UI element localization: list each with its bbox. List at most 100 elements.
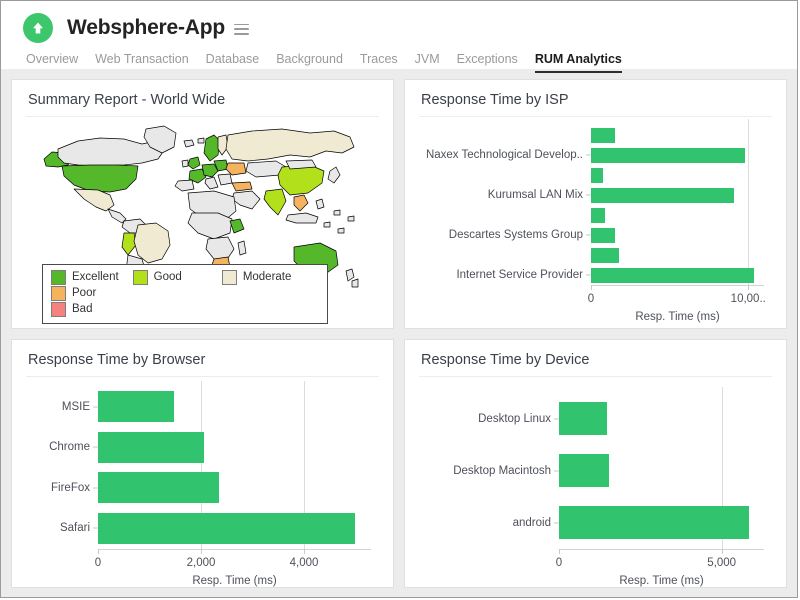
- y-axis-label: Internet Service Provider: [456, 269, 583, 281]
- legend-item-good[interactable]: Good: [133, 270, 182, 285]
- y-axis-label: Descartes Systems Group: [449, 229, 583, 241]
- x-axis-tick: [591, 285, 592, 290]
- tab-web-transaction[interactable]: Web Transaction: [95, 52, 189, 73]
- page-title: Websphere-App: [67, 16, 225, 40]
- x-axis-title: Resp. Time (ms): [26, 575, 371, 587]
- y-axis-label: MSIE: [62, 401, 90, 413]
- map-legend: Excellent Good Moderate Poor: [42, 264, 328, 324]
- x-axis-tick-label: 0: [588, 293, 594, 305]
- y-axis-label: Naxex Technological Develop..: [426, 149, 583, 161]
- legend-item-moderate[interactable]: Moderate: [222, 270, 292, 285]
- bar[interactable]: [591, 128, 615, 143]
- bar[interactable]: [591, 148, 745, 163]
- bar[interactable]: [591, 248, 619, 263]
- x-axis-tick: [722, 549, 723, 554]
- bar[interactable]: [591, 188, 734, 203]
- y-axis-tick: [93, 406, 98, 407]
- x-axis-tick: [98, 549, 99, 554]
- legend-label-good: Good: [154, 271, 182, 283]
- hamburger-menu-icon[interactable]: [234, 22, 249, 35]
- y-axis-label: android: [513, 517, 551, 529]
- y-axis-tick: [586, 195, 591, 196]
- x-axis-tick: [201, 549, 202, 554]
- legend-swatch-excellent: [51, 270, 66, 285]
- tab-overview[interactable]: Overview: [26, 52, 78, 73]
- legend-swatch-poor: [51, 286, 66, 301]
- tab-database[interactable]: Database: [206, 52, 260, 73]
- panel-world-map: Summary Report - World Wide: [11, 79, 394, 329]
- x-axis-tick: [304, 549, 305, 554]
- y-axis-tick: [554, 522, 559, 523]
- y-axis-label: Chrome: [49, 441, 90, 453]
- y-axis-tick: [586, 155, 591, 156]
- x-axis-tick-label: 0: [556, 557, 562, 569]
- bar[interactable]: [98, 472, 219, 503]
- y-axis-tick: [554, 470, 559, 471]
- application-window: Websphere-App Overview Web Transaction D…: [0, 0, 798, 598]
- x-axis-line: [591, 285, 764, 286]
- world-map-title: Summary Report - World Wide: [26, 90, 379, 117]
- y-axis-label: FireFox: [51, 482, 90, 494]
- isp-chart-title: Response Time by ISP: [419, 90, 772, 117]
- isp-plot-area: Naxex Technological Develop.. Kurumsal LA…: [419, 119, 772, 329]
- x-axis-tick: [559, 549, 560, 554]
- bar[interactable]: [591, 208, 605, 223]
- device-bar-chart: Desktop LinuxDesktop Macintoshandroid05,…: [419, 379, 772, 589]
- legend-item-bad[interactable]: Bad: [51, 302, 92, 317]
- bar[interactable]: [98, 513, 355, 544]
- legend-item-excellent[interactable]: Excellent: [51, 270, 119, 285]
- bar[interactable]: [591, 228, 615, 243]
- device-plot-area: Desktop LinuxDesktop Macintoshandroid05,…: [419, 379, 772, 589]
- tab-exceptions[interactable]: Exceptions: [457, 52, 518, 73]
- y-axis-tick: [93, 528, 98, 529]
- main-tab-bar: Overview Web Transaction Database Backgr…: [23, 49, 797, 73]
- x-axis-tick-label: 4,000: [290, 557, 319, 569]
- legend-label-bad: Bad: [72, 303, 92, 315]
- tab-traces[interactable]: Traces: [360, 52, 398, 73]
- y-axis-tick: [586, 275, 591, 276]
- panel-response-time-by-browser: Response Time by Browser MSIE Chrome FireF…: [11, 339, 394, 589]
- legend-label-excellent: Excellent: [72, 271, 119, 283]
- up-arrow-circle-icon: [23, 13, 53, 43]
- device-chart-title: Response Time by Device: [419, 350, 772, 377]
- bar[interactable]: [98, 391, 174, 422]
- bar[interactable]: [559, 454, 609, 487]
- y-axis-label: Safari: [60, 522, 90, 534]
- tab-rum-analytics[interactable]: RUM Analytics: [535, 52, 622, 73]
- legend-swatch-moderate: [222, 270, 237, 285]
- bar[interactable]: [591, 168, 603, 183]
- legend-label-moderate: Moderate: [243, 271, 292, 283]
- bar[interactable]: [98, 432, 204, 463]
- tab-jvm[interactable]: JVM: [415, 52, 440, 73]
- panel-response-time-by-isp: Response Time by ISP Naxex Technological…: [404, 79, 787, 329]
- browser-plot-area: MSIEChromeFireFoxSafari02,0004,000Resp. …: [26, 379, 379, 589]
- bar[interactable]: [591, 268, 754, 283]
- dashboard-grid: Summary Report - World Wide: [1, 69, 797, 598]
- x-axis-tick: [748, 285, 749, 290]
- y-axis-tick: [93, 487, 98, 488]
- y-axis-tick: [586, 235, 591, 236]
- y-axis-label: Desktop Macintosh: [453, 465, 551, 477]
- browser-chart-title: Response Time by Browser: [26, 350, 379, 377]
- y-axis-tick: [554, 418, 559, 419]
- x-axis-tick-label: 0: [95, 557, 101, 569]
- legend-label-poor: Poor: [72, 287, 96, 299]
- x-axis-tick-label: 10,00..: [731, 293, 766, 305]
- legend-row-primary: Excellent Good Moderate Poor: [51, 270, 319, 302]
- x-axis-title: Resp. Time (ms): [419, 311, 764, 323]
- y-axis-label: Kurumsal LAN Mix: [488, 189, 583, 201]
- x-axis-title: Resp. Time (ms): [419, 575, 764, 587]
- legend-row-secondary: Bad: [51, 302, 319, 318]
- y-axis-tick: [93, 447, 98, 448]
- bar[interactable]: [559, 506, 749, 539]
- x-axis-line: [98, 549, 371, 550]
- isp-bar-chart: Naxex Technological Develop.. Kurumsal LA…: [419, 119, 772, 329]
- tab-background[interactable]: Background: [276, 52, 343, 73]
- legend-swatch-bad: [51, 302, 66, 317]
- legend-swatch-good: [133, 270, 148, 285]
- legend-item-poor[interactable]: Poor: [51, 286, 96, 301]
- browser-bar-chart: MSIEChromeFireFoxSafari02,0004,000Resp. …: [26, 379, 379, 589]
- panel-response-time-by-device: Response Time by Device Desktop LinuxDes…: [404, 339, 787, 589]
- app-header: Websphere-App Overview Web Transaction D…: [1, 1, 797, 69]
- bar[interactable]: [559, 402, 607, 435]
